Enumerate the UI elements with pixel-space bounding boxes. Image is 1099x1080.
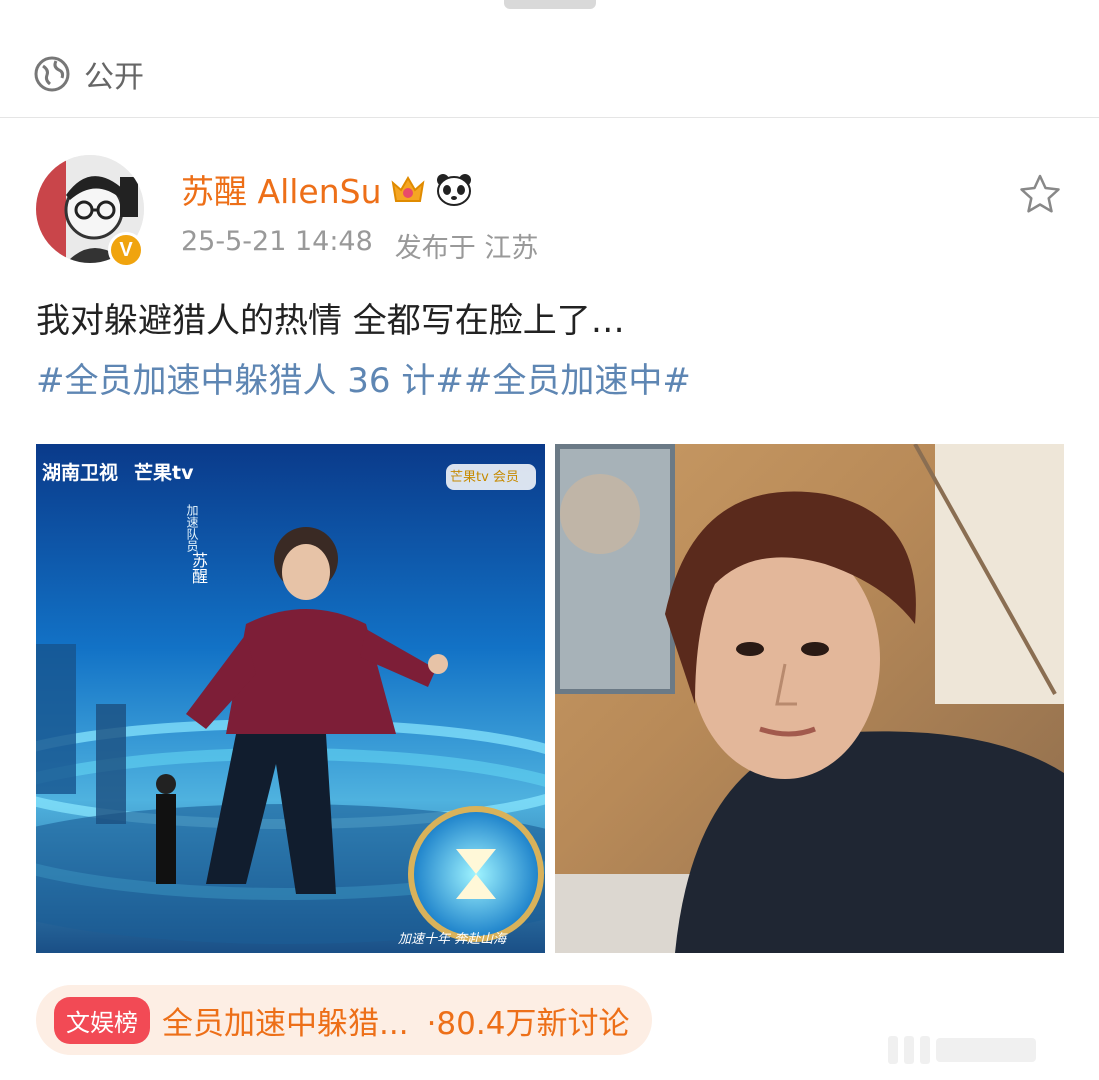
- poster-logo-mango: 芒果tv: [134, 462, 194, 484]
- post-photo-2[interactable]: [555, 444, 1064, 953]
- post-location: 发布于 江苏: [394, 233, 539, 264]
- trend-topic-pill[interactable]: 文娱榜 全员加速中躲猎... ·80.4万新讨论: [36, 985, 652, 1055]
- visibility-selector[interactable]: 公开: [34, 52, 144, 96]
- selfie-photo: [555, 444, 1064, 953]
- poster-caption-small: 加速队员: [185, 504, 199, 552]
- verified-badge-icon: V: [108, 232, 144, 268]
- post-text: 我对躲避猎人的热情 全都写在脸上了…: [36, 301, 625, 341]
- trend-title: 全员加速中躲猎...: [162, 1005, 409, 1042]
- post-hashtags[interactable]: #全员加速中躲猎人 36 计##全员加速中#: [36, 353, 691, 402]
- star-outline-icon[interactable]: [1018, 172, 1062, 216]
- post-timestamp: 25-5-21 14:48: [181, 226, 373, 257]
- visibility-label: 公开: [84, 60, 144, 95]
- show-poster-image: [36, 464, 545, 944]
- post-photo-1[interactable]: 湖南卫视 芒果tv 芒果tv 会员 加速队员 苏醒 加速十年 奔赴山海: [36, 444, 545, 953]
- poster-logos: 湖南卫视 芒果tv: [42, 458, 193, 485]
- author-name[interactable]: 苏醒 AllenSu: [181, 165, 381, 213]
- trend-badge: 文娱榜: [54, 996, 150, 1044]
- author-row: 苏醒 AllenSu: [181, 164, 473, 214]
- sheet-drag-handle[interactable]: [504, 0, 596, 9]
- divider: [0, 117, 1099, 118]
- globe-icon: [34, 56, 70, 92]
- watermark: [888, 1034, 1036, 1066]
- crown-icon: [392, 176, 425, 202]
- verified-letter: V: [119, 238, 133, 261]
- post-meta: 25-5-21 14:48 发布于 江苏: [181, 226, 538, 265]
- poster-bottom-text: 加速十年 奔赴山海: [398, 932, 507, 947]
- poster-logo-vip: 芒果tv 会员: [450, 470, 519, 485]
- panda-icon: [437, 174, 472, 206]
- poster-caption-name: 苏醒: [189, 552, 208, 584]
- poster-logo-hunan: 湖南卫视: [42, 462, 119, 484]
- trend-meta: ·80.4万新讨论: [426, 1005, 630, 1042]
